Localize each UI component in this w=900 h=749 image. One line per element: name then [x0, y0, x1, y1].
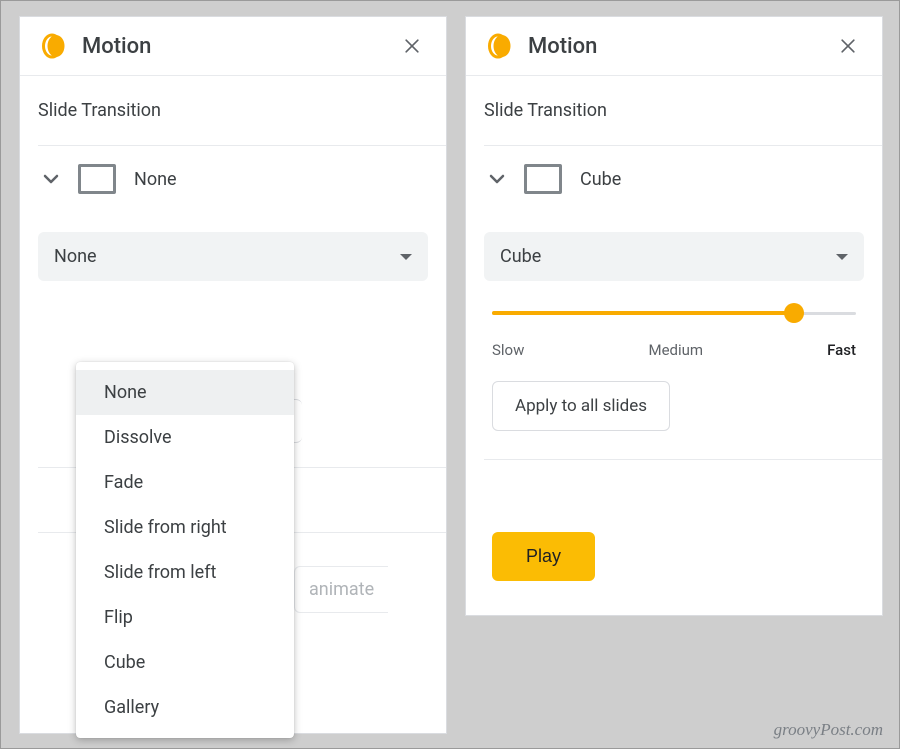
slide-icon [524, 164, 562, 194]
dropdown-value: None [54, 246, 97, 267]
section-title: Slide Transition [466, 76, 882, 145]
menu-item-slide-left[interactable]: Slide from left [76, 550, 294, 595]
speed-slider[interactable] [492, 303, 856, 323]
menu-item-dissolve[interactable]: Dissolve [76, 415, 294, 460]
close-icon[interactable] [398, 32, 426, 60]
dropdown-caret-icon [836, 254, 848, 260]
slider-fill [492, 311, 794, 315]
label-fast: Fast [827, 341, 856, 359]
menu-item-fade[interactable]: Fade [76, 460, 294, 505]
slide-icon [78, 164, 116, 194]
dropdown-caret-icon [400, 254, 412, 260]
label-slow: Slow [492, 341, 524, 359]
transition-dropdown[interactable]: None [38, 232, 428, 281]
close-icon[interactable] [834, 32, 862, 60]
label-medium: Medium [648, 341, 703, 359]
panel-title: Motion [82, 34, 398, 59]
apply-all-button[interactable]: Apply to all slides [492, 381, 670, 431]
divider [484, 459, 882, 460]
slider-thumb[interactable] [784, 303, 804, 323]
panel-header: Motion [466, 17, 882, 75]
watermark: groovyPost.com [774, 720, 883, 740]
chevron-down-icon[interactable] [38, 166, 64, 192]
menu-item-gallery[interactable]: Gallery [76, 685, 294, 730]
panel-header: Motion [20, 17, 446, 75]
section-title: Slide Transition [20, 76, 446, 145]
slider-labels: Slow Medium Fast [466, 323, 882, 359]
transition-row[interactable]: Cube [466, 146, 882, 212]
animate-text-peek: animate [294, 566, 388, 613]
motion-panel-left: Motion Slide Transition None None animat… [19, 16, 447, 734]
menu-item-slide-right[interactable]: Slide from right [76, 505, 294, 550]
transition-row[interactable]: None [20, 146, 446, 212]
motion-panel-right: Motion Slide Transition Cube Cube [465, 16, 883, 616]
menu-item-none[interactable]: None [76, 370, 294, 415]
play-button[interactable]: Play [492, 532, 595, 581]
dropdown-value: Cube [500, 246, 541, 267]
menu-item-flip[interactable]: Flip [76, 595, 294, 640]
panel-title: Motion [528, 34, 834, 59]
motion-icon [38, 31, 68, 61]
motion-icon [484, 31, 514, 61]
chevron-down-icon[interactable] [484, 166, 510, 192]
transition-dropdown-menu: None Dissolve Fade Slide from right Slid… [76, 362, 294, 738]
transition-dropdown[interactable]: Cube [484, 232, 864, 281]
transition-name: None [134, 169, 177, 190]
transition-name: Cube [580, 169, 621, 190]
menu-item-cube[interactable]: Cube [76, 640, 294, 685]
